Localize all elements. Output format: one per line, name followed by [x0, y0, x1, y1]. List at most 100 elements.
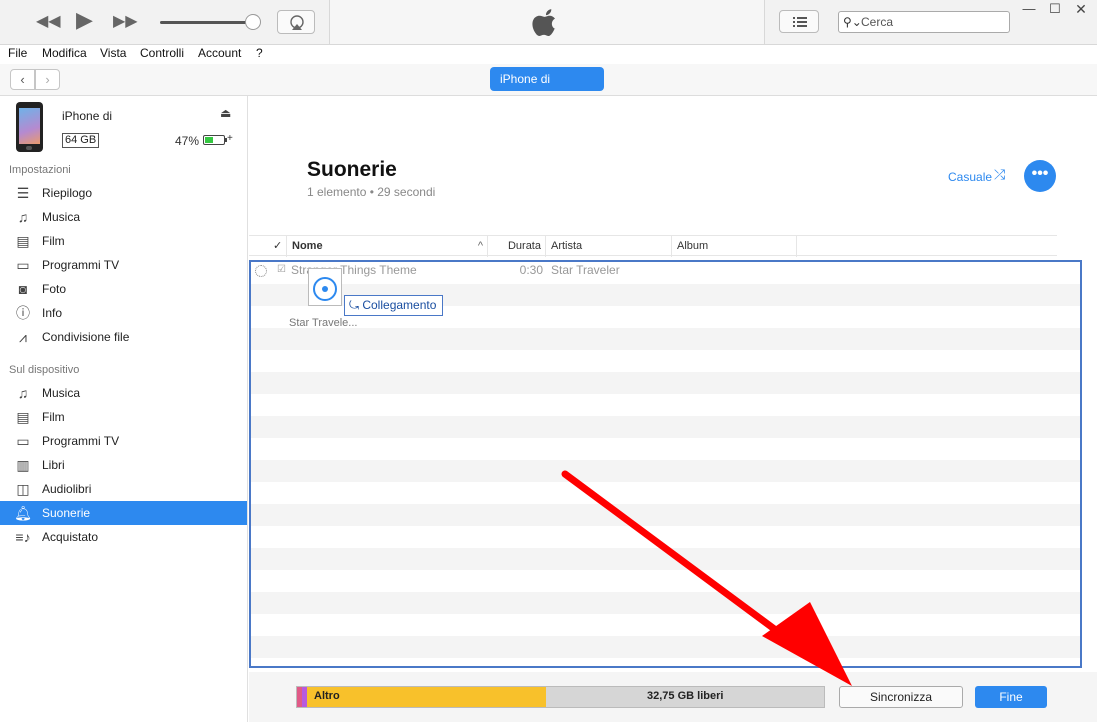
sync-button[interactable]: Sincronizza [839, 686, 963, 708]
sidebar-item-device-music[interactable]: ♫ Musica [0, 381, 247, 405]
camera-icon: ◙ [18, 281, 28, 297]
bell-icon: 🔔︎ [14, 505, 32, 521]
eject-icon[interactable]: ⏏ [220, 106, 231, 120]
audiobook-icon: ◫ [16, 481, 30, 497]
tv-icon: ▭ [16, 257, 30, 273]
track-list-drop-zone[interactable] [249, 260, 1082, 668]
sidebar-item-label: Film [42, 234, 65, 248]
track-duration: 0:30 [519, 263, 543, 277]
sidebar-item-label: Condivisione file [42, 330, 130, 344]
device-name: iPhone di [62, 109, 113, 123]
search-box[interactable]: ⚲⌄ [838, 11, 1010, 33]
menu-edit[interactable]: Modifica [42, 46, 87, 60]
music-note-icon: ♫ [17, 209, 29, 225]
status-icon [255, 265, 267, 277]
volume-slider[interactable] [160, 21, 256, 24]
sidebar-item-film[interactable]: ▤ Film [0, 229, 247, 253]
sidebar-item-label: Info [42, 306, 63, 320]
sort-ascending-icon: ^ [477, 240, 483, 252]
sidebar-item-music[interactable]: ♫ Musica [0, 205, 247, 229]
list-view-button[interactable] [779, 10, 819, 33]
iphone-icon [16, 102, 43, 152]
menu-bar: File Modifica Vista Controlli Account ? [0, 45, 1097, 64]
back-button[interactable]: ‹ [10, 69, 35, 90]
rewind-icon[interactable]: ◀◀ [36, 11, 61, 33]
airplay-icon [290, 15, 304, 30]
shuffle-button[interactable]: Casuale [948, 170, 992, 184]
device-section-header: Sul dispositivo [9, 364, 80, 376]
storage-segment-other [307, 687, 546, 707]
sidebar-item-label: Foto [42, 282, 67, 296]
sidebar-item-label: Riepilogo [42, 186, 93, 200]
sidebar-item-device-film[interactable]: ▤ Film [0, 405, 247, 429]
summary-icon: ☰ [16, 185, 30, 201]
device-button[interactable]: iPhone di [490, 67, 604, 91]
sidebar-item-label: Suonerie [42, 506, 91, 520]
menu-file[interactable]: File [8, 46, 27, 60]
track-artist: Star Traveler [551, 263, 620, 277]
charging-icon: + [227, 133, 233, 144]
sidebar-item-tv[interactable]: ▭ Programmi TV [0, 253, 247, 277]
drag-link-tooltip: ⤿ Collegamento [344, 295, 444, 316]
storage-other-label: Altro [314, 690, 340, 702]
sidebar-item-label: Audiolibri [42, 482, 92, 496]
page-subtitle: 1 elemento • 29 secondi [307, 185, 436, 199]
footer-bar: Altro 32,75 GB liberi Sincronizza Fine [249, 672, 1097, 722]
tv-icon: ▭ [16, 433, 30, 449]
sidebar-item-info[interactable]: ⓘ Info [0, 301, 247, 325]
storage-free-label: 32,75 GB liberi [647, 690, 724, 702]
apps-icon: ⩘ [19, 329, 27, 345]
maximize-button[interactable]: ☐ [1042, 0, 1068, 20]
checkbox[interactable]: ☑ [277, 264, 286, 275]
forward-button[interactable]: › [35, 69, 60, 90]
link-icon: ⤿ [349, 298, 363, 312]
sidebar-item-device-ringtones[interactable]: 🔔︎ Suonerie [0, 501, 247, 525]
menu-view[interactable]: Vista [100, 46, 126, 60]
more-options-button[interactable]: ••• [1024, 160, 1056, 192]
sidebar-item-label: Programmi TV [42, 434, 120, 448]
dragged-file-label: Star Travele... [289, 317, 358, 329]
music-note-icon: ♫ [17, 385, 29, 401]
fast-forward-icon[interactable]: ▶▶ [113, 11, 138, 33]
device-capacity: 64 GB [62, 133, 100, 148]
sidebar: iPhone di ⏏ 64 GB 47% + Impostazioni ☰ R… [0, 96, 248, 722]
column-artist[interactable]: Artista [546, 236, 672, 257]
sidebar-item-summary[interactable]: ☰ Riepilogo [0, 181, 247, 205]
play-icon[interactable]: ▶ [76, 9, 93, 31]
menu-account[interactable]: Account [198, 46, 241, 60]
sidebar-item-device-audiobooks[interactable]: ◫ Audiolibri [0, 477, 247, 501]
info-icon: ⓘ [16, 305, 30, 321]
sidebar-item-device-tv[interactable]: ▭ Programmi TV [0, 429, 247, 453]
battery-icon [203, 135, 227, 145]
column-check[interactable]: ✓ [273, 236, 287, 257]
sidebar-item-device-purchased[interactable]: ≡♪ Acquistato [0, 525, 247, 549]
sidebar-item-label: Programmi TV [42, 258, 120, 272]
settings-section-header: Impostazioni [9, 164, 71, 176]
done-button[interactable]: Fine [975, 686, 1047, 708]
column-album[interactable]: Album [672, 236, 797, 257]
sidebar-item-label: Musica [42, 386, 81, 400]
purchased-icon: ≡♪ [15, 529, 31, 545]
column-duration[interactable]: Durata [488, 236, 546, 257]
sidebar-item-label: Film [42, 410, 65, 424]
navigation-bar: ‹ › iPhone di [0, 64, 1097, 96]
column-name[interactable]: Nome ^ [287, 236, 488, 257]
storage-bar: Altro 32,75 GB liberi [296, 686, 825, 708]
menu-controls[interactable]: Controlli [140, 46, 184, 60]
column-name-label: Nome [292, 240, 323, 252]
volume-knob[interactable] [245, 14, 261, 30]
dragged-audio-file-icon[interactable] [308, 268, 342, 306]
sidebar-item-file-sharing[interactable]: ⩘ Condivisione file [0, 325, 247, 349]
drag-link-label: Collegamento [362, 298, 437, 312]
sidebar-item-photos[interactable]: ◙ Foto [0, 277, 247, 301]
page-title: Suonerie [307, 158, 397, 181]
close-button[interactable]: ✕ [1068, 0, 1094, 20]
search-input[interactable] [861, 14, 1001, 30]
shuffle-icon[interactable]: ⤮ [994, 166, 1005, 183]
list-icon [793, 17, 807, 27]
menu-help[interactable]: ? [256, 46, 263, 60]
airplay-button[interactable] [277, 10, 315, 34]
sidebar-item-device-books[interactable]: ▥ Libri [0, 453, 247, 477]
table-row[interactable]: ☑ Stranger Things Theme 0:30 Star Travel… [249, 260, 1082, 282]
minimize-button[interactable]: — [1016, 0, 1042, 20]
